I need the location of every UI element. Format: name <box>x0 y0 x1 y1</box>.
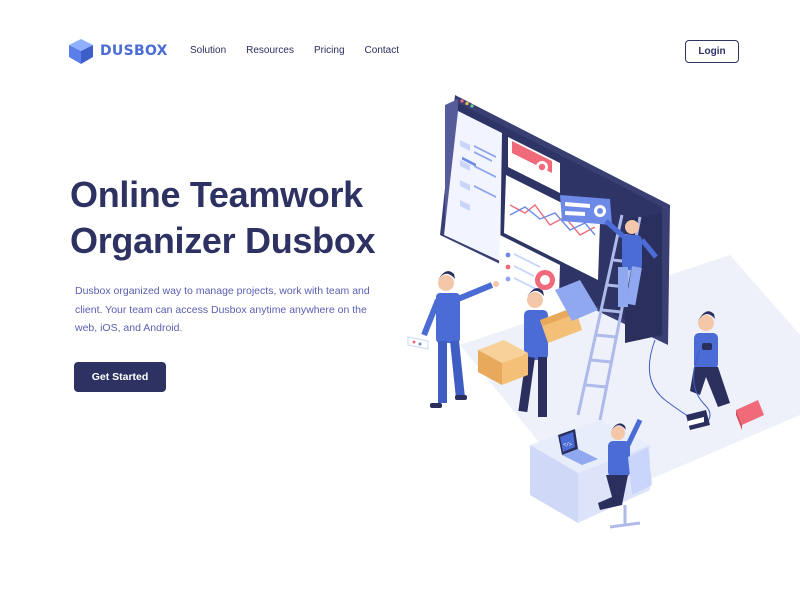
brand-logo[interactable]: DUSBOX <box>67 37 168 65</box>
nav-item-pricing[interactable]: Pricing <box>314 45 345 56</box>
hero-description: Dusbox organized way to manage projects,… <box>75 285 370 334</box>
dashboard-board <box>440 95 670 345</box>
hero-title: Online Teamwork Organizer Dusbox <box>70 172 410 264</box>
main-nav: Solution Resources Pricing Contact <box>190 45 399 56</box>
hero-title-line1: Online Teamwork <box>70 174 363 215</box>
cube-logo-icon <box>69 39 93 64</box>
login-button[interactable]: Login <box>685 40 739 63</box>
nav-item-solution[interactable]: Solution <box>190 45 226 56</box>
get-started-button[interactable]: Get Started <box>74 362 166 392</box>
nav-item-resources[interactable]: Resources <box>246 45 294 56</box>
hero-title-line2: Organizer Dusbox <box>70 220 376 261</box>
svg-text:</>: </> <box>563 442 572 448</box>
teamwork-illustration: </> <box>407 95 800 529</box>
brand-name: DUSBOX <box>100 43 168 59</box>
nav-item-contact[interactable]: Contact <box>365 45 399 56</box>
